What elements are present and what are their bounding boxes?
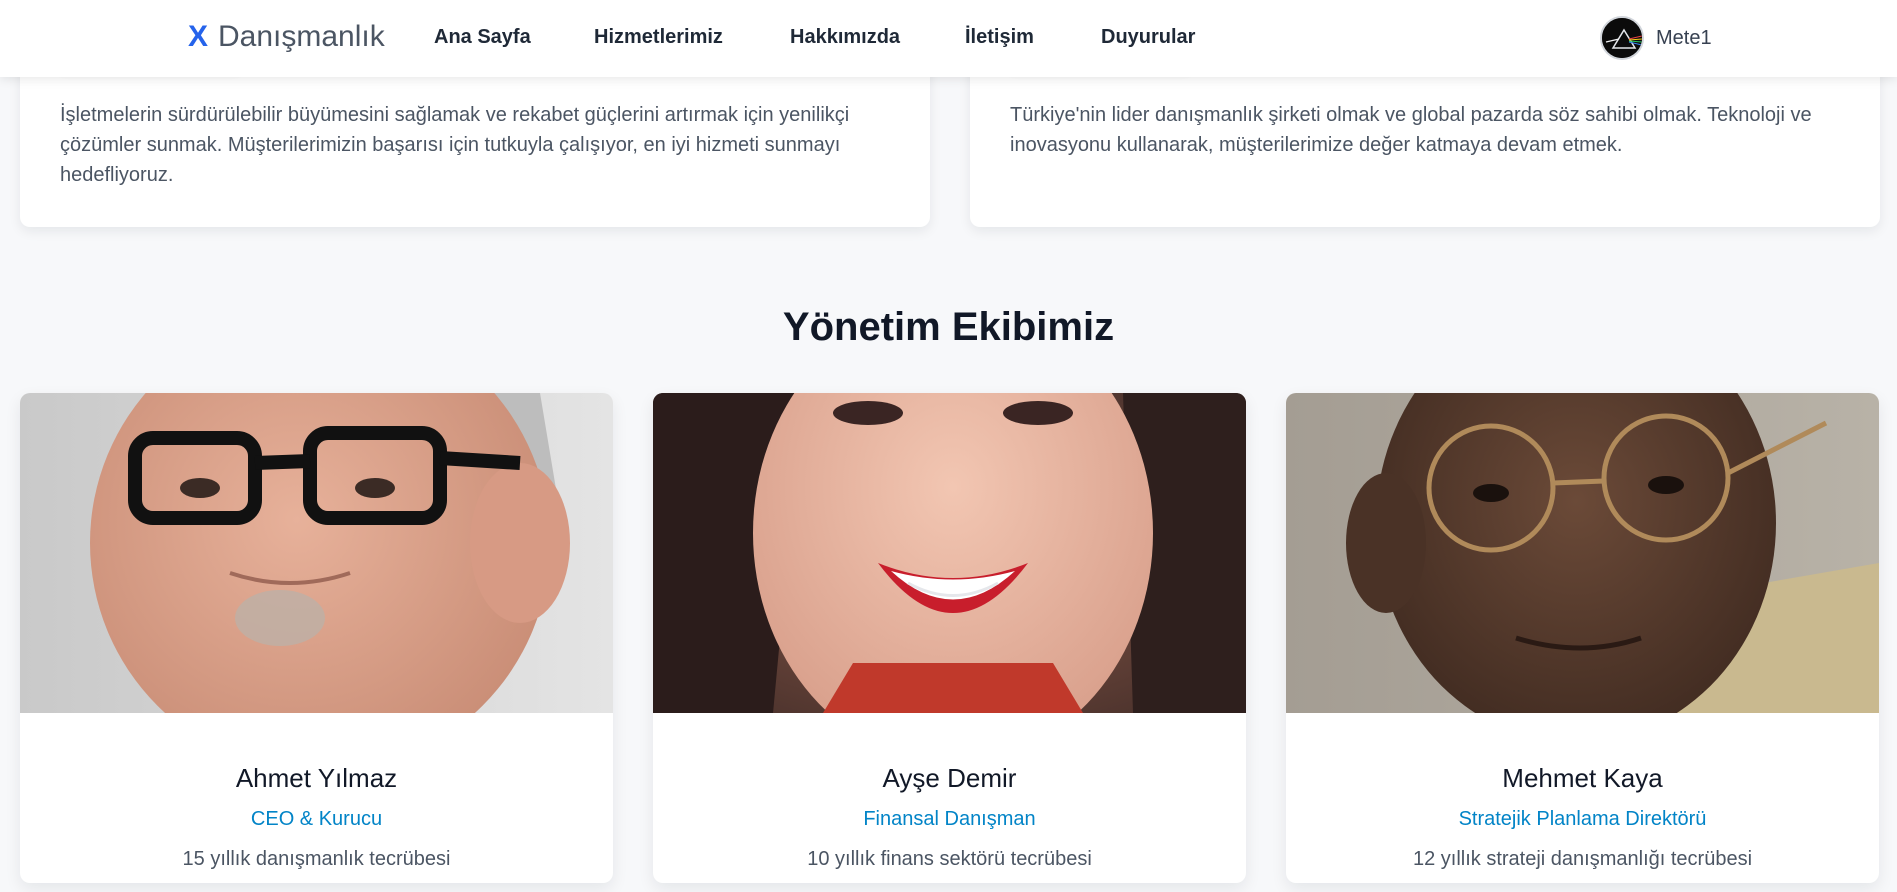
user-name: Mete1	[1656, 26, 1712, 49]
avatar	[1600, 16, 1644, 60]
member-photo	[653, 393, 1246, 713]
member-experience: 10 yıllık finans sektörü tecrübesi	[807, 848, 1092, 870]
user-menu[interactable]: Mete1	[1600, 15, 1712, 61]
member-info: Ahmet Yılmaz CEO & Kurucu 15 yıllık danı…	[20, 713, 613, 883]
portrait-woman-smiling-icon	[653, 393, 1246, 713]
prism-avatar-icon	[1602, 18, 1642, 58]
nav-item-duyurular[interactable]: Duyurular	[1101, 26, 1195, 49]
vision-text: Türkiye'nin lider danışmanlık şirketi ol…	[1010, 104, 1812, 156]
member-name: Mehmet Kaya	[1502, 763, 1663, 793]
site-header: X Danışmanlık Ana Sayfa Hizmetlerimiz Ha…	[0, 0, 1897, 77]
portrait-man-round-glasses-icon	[1286, 393, 1879, 713]
member-role: Finansal Danışman	[863, 808, 1036, 830]
mission-text: İşletmelerin sürdürülebilir büyümesini s…	[60, 104, 850, 186]
member-experience: 15 yıllık danışmanlık tecrübesi	[182, 848, 451, 870]
portrait-man-glasses-icon	[20, 393, 613, 713]
team-card-ahmet: Ahmet Yılmaz CEO & Kurucu 15 yıllık danı…	[20, 393, 613, 883]
brand-name: Danışmanlık	[218, 20, 385, 53]
team-section-title: Yönetim Ekibimiz	[782, 305, 1115, 349]
member-name: Ayşe Demir	[882, 763, 1017, 793]
nav-item-hakkimizda[interactable]: Hakkımızda	[790, 26, 900, 49]
brand-logo-link[interactable]: X Danışmanlık	[188, 20, 385, 58]
team-card-ayse: Ayşe Demir Finansal Danışman 10 yıllık f…	[653, 393, 1246, 883]
team-card-mehmet: Mehmet Kaya Stratejik Planlama Direktörü…	[1286, 393, 1879, 883]
nav-item-hizmetlerimiz[interactable]: Hizmetlerimiz	[594, 26, 723, 49]
member-experience: 12 yıllık strateji danışmanlığı tecrübes…	[1412, 848, 1753, 870]
brand-mark: X	[188, 20, 209, 53]
member-role: Stratejik Planlama Direktörü	[1458, 808, 1707, 830]
member-info: Ayşe Demir Finansal Danışman 10 yıllık f…	[653, 713, 1246, 883]
nav-item-iletisim[interactable]: İletişim	[965, 26, 1034, 49]
member-photo	[20, 393, 613, 713]
member-photo	[1286, 393, 1879, 713]
member-info: Mehmet Kaya Stratejik Planlama Direktörü…	[1286, 713, 1879, 883]
member-name: Ahmet Yılmaz	[235, 763, 398, 793]
nav-item-ana-sayfa[interactable]: Ana Sayfa	[434, 26, 531, 49]
member-role: CEO & Kurucu	[250, 808, 383, 830]
